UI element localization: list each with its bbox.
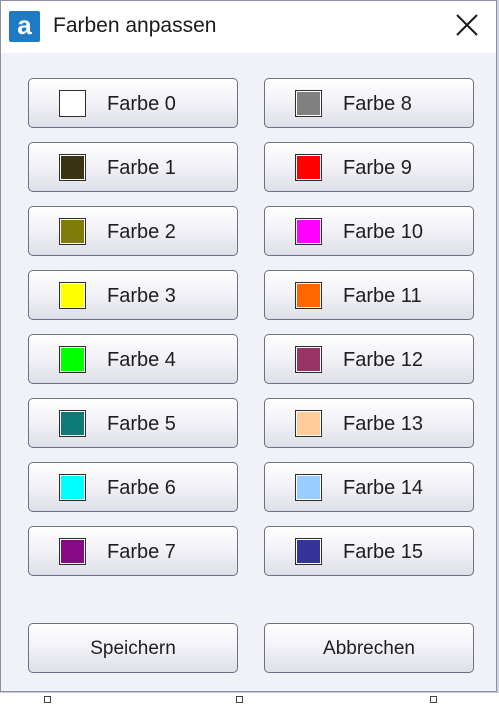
color-button-label: Farbe 9 [343, 157, 412, 179]
color-button-label: Farbe 11 [343, 285, 422, 307]
app-logo-icon: a [9, 11, 40, 42]
color-swatch [295, 90, 322, 117]
save-button[interactable]: Speichern [28, 623, 238, 673]
color-swatch [295, 538, 322, 565]
color-button-label: Farbe 2 [107, 221, 176, 243]
cancel-button-label: Abbrechen [323, 638, 415, 659]
color-button-4[interactable]: Farbe 4 [28, 334, 238, 384]
checkbox-fragment [44, 696, 51, 703]
save-button-label: Speichern [90, 638, 176, 659]
background-window-strip [0, 692, 499, 706]
color-swatch [59, 474, 86, 501]
title-bar: a Farben anpassen [1, 1, 496, 53]
color-swatch [59, 538, 86, 565]
checkbox-fragment [236, 696, 243, 703]
color-swatch [59, 410, 86, 437]
color-swatch [59, 154, 86, 181]
close-button[interactable] [438, 1, 496, 49]
color-button-9[interactable]: Farbe 9 [264, 142, 474, 192]
color-button-8[interactable]: Farbe 8 [264, 78, 474, 128]
color-swatch [59, 90, 86, 117]
color-swatch [295, 346, 322, 373]
color-button-label: Farbe 10 [343, 221, 424, 243]
color-button-label: Farbe 8 [343, 93, 412, 115]
color-button-label: Farbe 15 [343, 541, 424, 563]
color-swatch [295, 154, 322, 181]
checkbox-fragment [430, 696, 437, 703]
color-button-13[interactable]: Farbe 13 [264, 398, 474, 448]
color-button-label: Farbe 7 [107, 541, 176, 563]
color-button-label: Farbe 6 [107, 477, 176, 499]
color-button-label: Farbe 14 [343, 477, 424, 499]
color-swatch [59, 218, 86, 245]
color-button-5[interactable]: Farbe 5 [28, 398, 238, 448]
color-button-15[interactable]: Farbe 15 [264, 526, 474, 576]
cancel-button[interactable]: Abbrechen [264, 623, 474, 673]
close-icon [456, 14, 478, 36]
color-button-10[interactable]: Farbe 10 [264, 206, 474, 256]
color-button-1[interactable]: Farbe 1 [28, 142, 238, 192]
color-button-12[interactable]: Farbe 12 [264, 334, 474, 384]
dialog-window: a Farben anpassen Farbe 0 Farbe 1 Farbe … [0, 0, 497, 692]
color-swatch [295, 474, 322, 501]
color-button-label: Farbe 0 [107, 93, 176, 115]
color-swatch [295, 410, 322, 437]
color-swatch [295, 218, 322, 245]
color-button-label: Farbe 13 [343, 413, 424, 435]
window-title: Farben anpassen [53, 14, 217, 37]
color-button-label: Farbe 4 [107, 349, 176, 371]
color-button-label: Farbe 3 [107, 285, 176, 307]
color-button-11[interactable]: Farbe 11 [264, 270, 474, 320]
color-button-3[interactable]: Farbe 3 [28, 270, 238, 320]
color-swatch [59, 346, 86, 373]
color-swatch [295, 282, 322, 309]
color-button-14[interactable]: Farbe 14 [264, 462, 474, 512]
color-button-label: Farbe 12 [343, 349, 424, 371]
color-swatch [59, 282, 86, 309]
color-button-label: Farbe 1 [107, 157, 176, 179]
color-button-7[interactable]: Farbe 7 [28, 526, 238, 576]
color-button-label: Farbe 5 [107, 413, 176, 435]
color-button-6[interactable]: Farbe 6 [28, 462, 238, 512]
color-button-0[interactable]: Farbe 0 [28, 78, 238, 128]
color-button-2[interactable]: Farbe 2 [28, 206, 238, 256]
